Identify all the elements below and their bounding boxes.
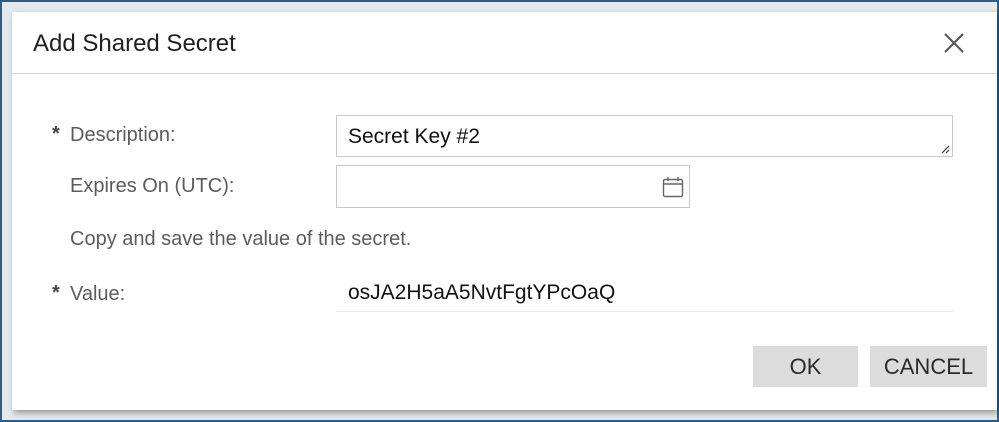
dialog-title: Add Shared Secret: [33, 30, 236, 57]
cancel-button[interactable]: CANCEL: [870, 346, 987, 387]
description-value: Secret Key #2: [348, 125, 480, 148]
ok-button[interactable]: OK: [753, 346, 858, 387]
resize-grip-icon[interactable]: [940, 144, 950, 154]
expires-on-field[interactable]: [336, 165, 690, 208]
add-shared-secret-dialog: Add Shared Secret * Description: Secret …: [12, 12, 997, 410]
value-divider: [336, 311, 953, 312]
dialog-header: Add Shared Secret: [12, 12, 997, 74]
calendar-icon[interactable]: [662, 176, 684, 198]
description-label: Description:: [70, 124, 176, 146]
description-textarea[interactable]: Secret Key #2: [336, 115, 953, 157]
secret-value[interactable]: osJA2H5aA5NvtFgtYPcOaQ: [348, 281, 615, 305]
copy-secret-hint: Copy and save the value of the secret.: [70, 228, 412, 250]
expires-on-input[interactable]: [337, 166, 647, 207]
value-label: Value:: [70, 283, 126, 305]
value-required-marker: *: [52, 282, 60, 304]
expires-on-label: Expires On (UTC):: [70, 175, 235, 197]
description-required-marker: *: [52, 123, 60, 145]
close-icon[interactable]: [943, 32, 965, 54]
